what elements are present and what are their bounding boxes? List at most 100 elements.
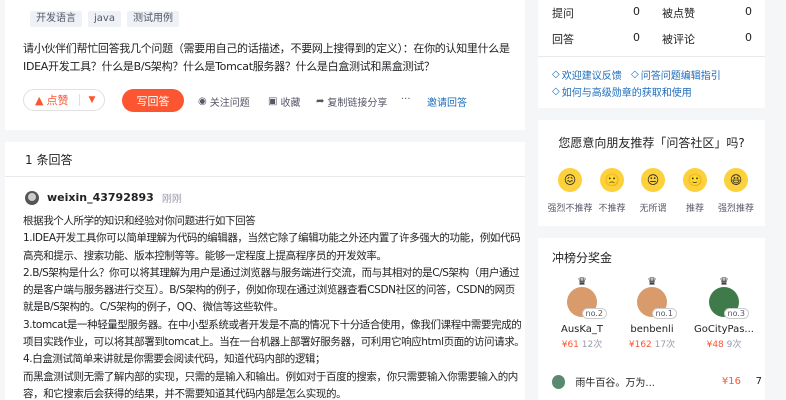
stat-label: 回答 bbox=[552, 33, 574, 46]
answer-line: 高亮和提示、搜索功能、版本控制等等。能够一定程度上提高程序员的开发效率。 bbox=[23, 249, 387, 262]
answer-line: 项目实践作业，可以将其部署到tomcat上。当在一台机器上部署好服务器，可利用它… bbox=[23, 336, 525, 349]
ranking-name: GoCityPas... bbox=[694, 324, 754, 335]
answer-count: 1 条回答 bbox=[25, 153, 73, 167]
ranking-meta: ¥48 9次 bbox=[690, 337, 758, 350]
more-button[interactable]: ··· bbox=[401, 94, 411, 105]
ranking-name: 雨牛百谷。万为... bbox=[575, 378, 655, 389]
thumb-up-icon: ▲ bbox=[35, 93, 44, 107]
username[interactable]: weixin_43792893 bbox=[47, 191, 154, 204]
very-happy-face-icon[interactable]: 😆 bbox=[724, 168, 748, 192]
reward-amount: ¥61 bbox=[561, 340, 579, 350]
unhappy-face-icon[interactable]: 🙁 bbox=[600, 168, 624, 192]
answer-line: 的是客户端与服务器进行交互）。B/S架构的例子，例如你现在通过浏览器查看CSDN… bbox=[23, 284, 515, 297]
answer-author: weixin_43792893 刚刚 bbox=[25, 190, 182, 205]
ranking-row[interactable]: 雨牛百谷。万为... ¥16 7 bbox=[552, 374, 762, 389]
ranking-name: benbenli bbox=[630, 324, 674, 335]
ranking-name: AusKa_T bbox=[560, 324, 603, 335]
share-button[interactable]: ➦ 复制链接分享 bbox=[316, 94, 387, 109]
link-label: 欢迎建议反馈 bbox=[561, 71, 622, 82]
divider bbox=[538, 56, 765, 57]
reward-amount: ¥16 bbox=[721, 376, 741, 387]
edit-guide-link[interactable]: ◇ 问答问题编辑指引 bbox=[631, 67, 721, 82]
recommend-title: 您愿意向朋友推荐「问答社区」吗? bbox=[558, 136, 745, 150]
follow-label: 关注问题 bbox=[209, 98, 250, 109]
answer-body: 根据我个人所学的知识和经验对你问题进行如下回答 1.IDEA开发工具你可以简单理… bbox=[23, 213, 525, 400]
like-label: 点赞 bbox=[46, 94, 69, 107]
ranking-entry[interactable]: ♛ no.3 GoCityPas... ¥48 9次 bbox=[690, 275, 758, 350]
answer-line: 1.IDEA开发工具你可以简单理解为代码的编辑器，当然它除了编辑功能之外还内置了… bbox=[23, 232, 521, 245]
avatar[interactable] bbox=[25, 190, 39, 205]
stat-label: 被评论 bbox=[662, 33, 695, 46]
crown-icon: ♛ bbox=[647, 275, 657, 288]
happy-face-icon[interactable]: 🙂 bbox=[683, 168, 707, 192]
ranking-meta: ¥61 12次 bbox=[548, 337, 616, 350]
tag[interactable]: java bbox=[88, 11, 121, 27]
option-label: 强烈推荐 bbox=[717, 204, 754, 214]
stat-value: 0 bbox=[633, 5, 640, 18]
answer-line: 而黑盒测试则无需了解内部的实现，只需的是输入和输出。例如对于百度的搜索，你只需要… bbox=[23, 370, 518, 383]
ranking-entry[interactable]: ♛ no.2 AusKa_T ¥61 12次 bbox=[548, 275, 616, 350]
reward-amount: ¥162 bbox=[628, 340, 652, 350]
follow-question-button[interactable]: ◉ 关注问题 bbox=[198, 94, 250, 109]
eye-icon: ◉ bbox=[198, 96, 207, 107]
rank-badge: no.3 bbox=[723, 308, 749, 319]
very-unhappy-face-icon[interactable]: 😖 bbox=[558, 168, 582, 192]
stat-value: 0 bbox=[745, 5, 752, 18]
like-button[interactable]: ▲ 点赞 ▼ bbox=[23, 89, 105, 111]
tag[interactable]: 测试用例 bbox=[126, 11, 179, 27]
share-label: 复制链接分享 bbox=[327, 98, 388, 109]
diamond-icon: ◇ bbox=[552, 69, 560, 80]
diamond-icon: ◇ bbox=[552, 86, 560, 97]
share-icon: ➦ bbox=[316, 96, 325, 107]
question-text: 请小伙伴们帮忙回答我几个问题（需要用自己的话描述，不要网上搜得到的定义）：在你的… bbox=[23, 42, 510, 73]
answer-line: 就是B/S架构的。C/S架构的例子，QQ、微信等这些软件。 bbox=[23, 301, 284, 314]
link-label: 如何与高级勋章的获取和使用 bbox=[561, 88, 692, 99]
collect-label: 收藏 bbox=[280, 98, 301, 109]
answer-time: 刚刚 bbox=[161, 194, 182, 205]
answer-line: 4.白盒测试简单来讲就是你需要会阅读代码，知道代码内部的逻辑； bbox=[23, 353, 326, 366]
divider bbox=[5, 176, 525, 177]
invite-answer-link[interactable]: 邀请回答 bbox=[427, 94, 467, 109]
diamond-icon: ◇ bbox=[631, 69, 639, 80]
answer-line: 容，和它搜索后会获得的结果，并不需要知道其代码内部是怎么实现的。 bbox=[23, 387, 347, 400]
avatar: ♛ no.1 bbox=[637, 275, 677, 319]
stat-label: 被点赞 bbox=[662, 7, 695, 20]
dislike-button[interactable]: ▼ bbox=[88, 95, 95, 105]
avatar: ♛ no.3 bbox=[709, 275, 749, 319]
crown-icon: ♛ bbox=[577, 275, 587, 288]
collect-button[interactable]: ▣ 收藏 bbox=[268, 94, 300, 109]
tag[interactable]: 开发语言 bbox=[30, 11, 82, 27]
recommend-card: 您愿意向朋友推荐「问答社区」吗? 😖 🙁 😐 🙂 😆 强烈不推荐 不推荐 无所谓… bbox=[538, 120, 765, 226]
rank-badge: no.1 bbox=[651, 308, 677, 319]
ranking-entry[interactable]: ♛ no.1 benbenli ¥162 17次 bbox=[618, 275, 686, 350]
rank-number: 7 bbox=[755, 376, 762, 387]
question-card: 开发语言 java 测试用例 请小伙伴们帮忙回答我几个问题（需要用自己的话描述，… bbox=[5, 0, 525, 130]
crown-icon: ♛ bbox=[719, 275, 729, 288]
medal-guide-link[interactable]: ◇ 如何与高级勋章的获取和使用 bbox=[552, 84, 692, 99]
answer-line: 根据我个人所学的知识和经验对你问题进行如下回答 bbox=[23, 215, 256, 227]
question-actions: ▲ 点赞 ▼ 写回答 ◉ 关注问题 ▣ 收藏 ➦ 复制链接分享 ··· 邀请回答 bbox=[23, 89, 523, 113]
divider bbox=[79, 94, 81, 106]
neutral-face-icon[interactable]: 😐 bbox=[641, 168, 665, 192]
bookmark-icon: ▣ bbox=[268, 96, 278, 107]
feedback-link[interactable]: ◇ 欢迎建议反馈 bbox=[552, 67, 622, 82]
stat-value: 0 bbox=[633, 31, 640, 44]
ranking-title: 冲榜分奖金 bbox=[552, 251, 613, 265]
rank-badge: no.2 bbox=[581, 308, 607, 319]
answer-times: 12次 bbox=[581, 340, 603, 350]
tag-list: 开发语言 java 测试用例 bbox=[30, 11, 179, 27]
write-answer-button[interactable]: 写回答 bbox=[122, 89, 184, 112]
answer-times: 17次 bbox=[654, 340, 676, 350]
link-label: 问答问题编辑指引 bbox=[640, 71, 721, 82]
answer-times: 9次 bbox=[726, 340, 742, 350]
ranking-card: 冲榜分奖金 ♛ no.2 AusKa_T ¥61 12次 ♛ no.1 benb… bbox=[538, 238, 765, 400]
answer-line: 2.B/S架构是什么？你可以将其理解为用户是通过浏览器与服务端进行交流，而与其相… bbox=[23, 266, 520, 279]
reward-amount: ¥48 bbox=[706, 340, 724, 350]
answers-card: 1 条回答 weixin_43792893 刚刚 根据我个人所学的知识和经验对你… bbox=[5, 142, 525, 400]
ranking-meta: ¥162 17次 bbox=[618, 337, 686, 350]
avatar: ♛ no.2 bbox=[567, 275, 607, 319]
avatar bbox=[552, 374, 566, 389]
user-stats-card: 提问 0 被点赞 0 回答 0 被评论 0 ◇ 欢迎建议反馈 ◇ 问答问题编辑指引 … bbox=[538, 0, 765, 108]
answer-line: 3.tomcat是一种轻量型服务器。在中小型系统或者开发是不高的情况下十分适合使… bbox=[23, 318, 522, 331]
stat-label: 提问 bbox=[552, 7, 574, 20]
